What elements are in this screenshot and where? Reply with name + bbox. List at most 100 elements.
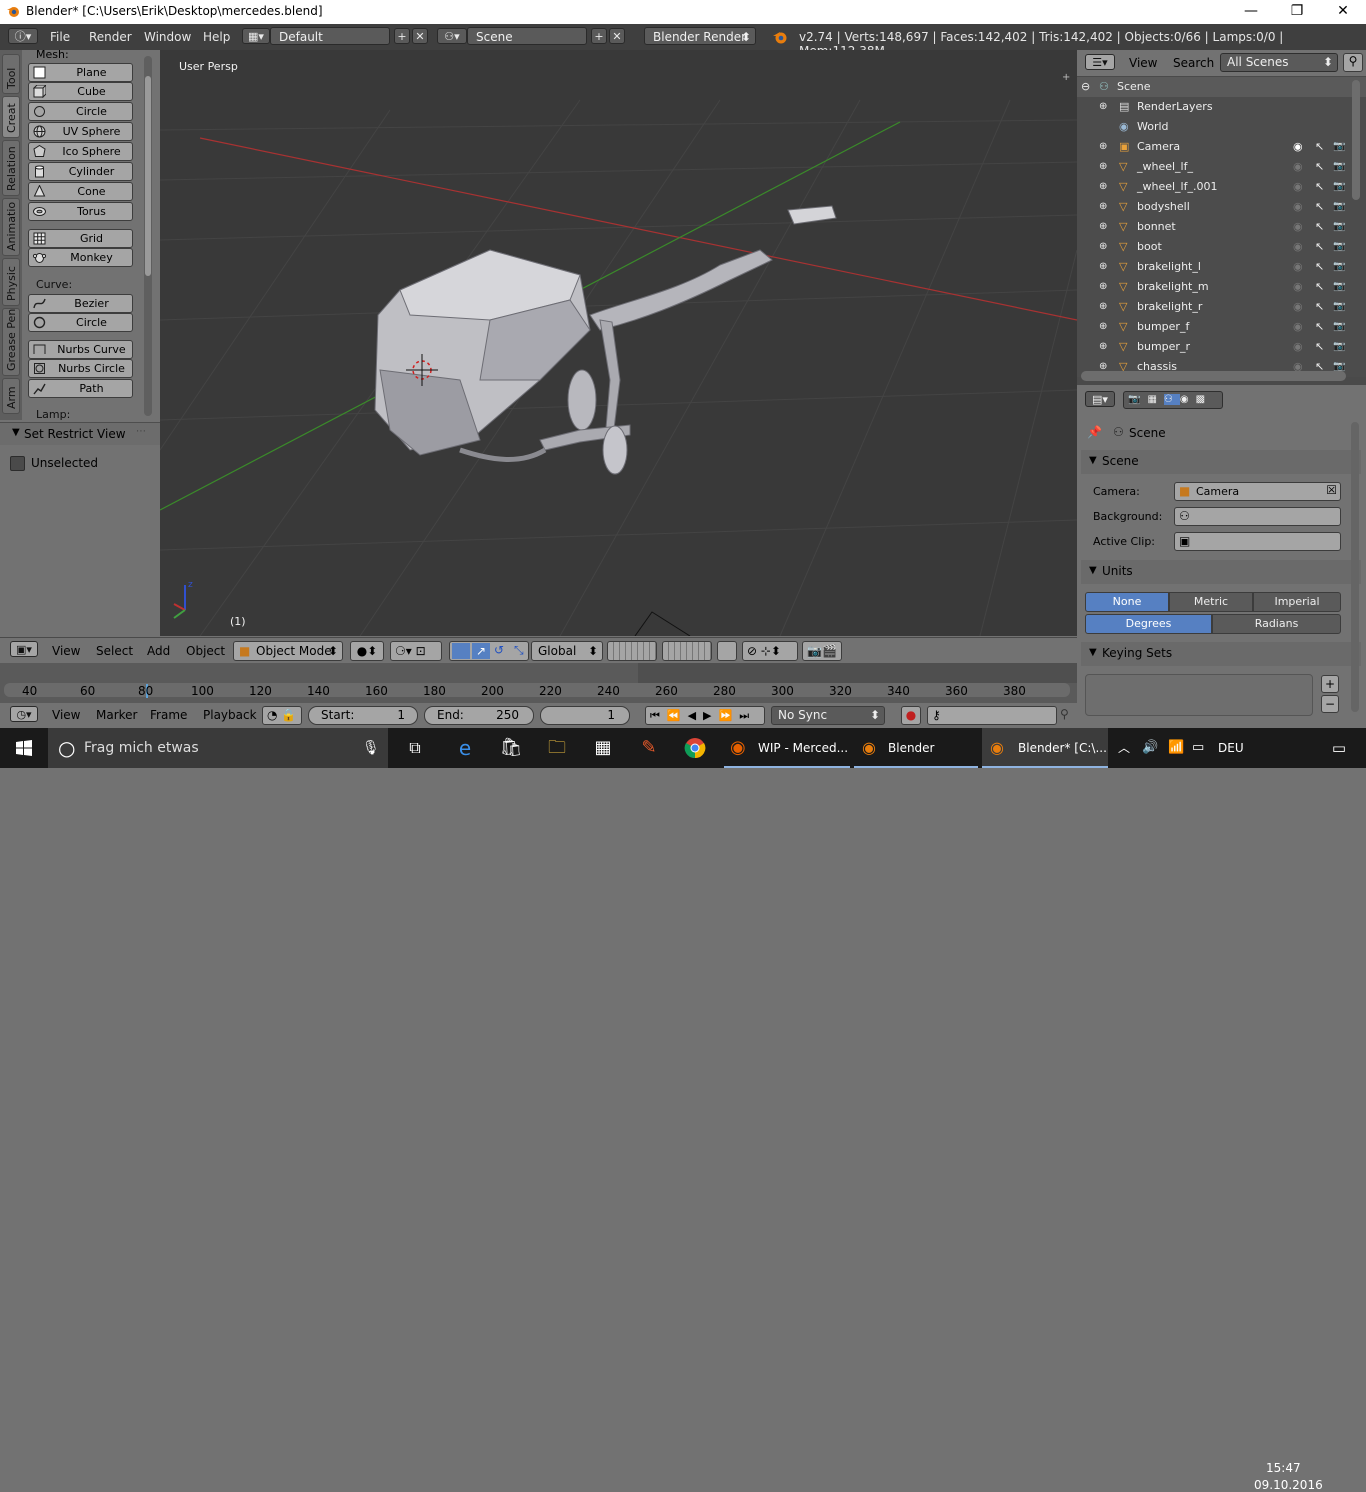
clock-date[interactable]: 09.10.2016 — [1254, 1478, 1323, 1492]
end-frame-field[interactable]: End: 250 — [424, 706, 534, 725]
visibility-eye-icon[interactable]: ◉ — [1293, 297, 1303, 317]
visibility-eye-icon[interactable]: ◉ — [1293, 317, 1303, 337]
outliner-row[interactable]: ⊕ ▽ bodyshell ◉ ↖ 📷 — [1077, 197, 1366, 217]
pivot-point-select[interactable]: ⚆▾ ⊡ — [390, 641, 442, 661]
tab-relation[interactable]: Relation — [2, 140, 20, 196]
translate-icon[interactable]: ↗ — [472, 643, 490, 659]
scene-selector-icon[interactable]: ⚇▾ — [437, 28, 467, 44]
properties-scrollbar[interactable] — [1351, 422, 1359, 712]
rotation-radians-button[interactable]: Radians — [1212, 614, 1341, 634]
add-monkey-button[interactable]: Monkey — [28, 248, 133, 267]
rotation-degrees-button[interactable]: Degrees — [1085, 614, 1212, 634]
snap-settings[interactable]: ⊘ ⊹⬍ — [742, 641, 798, 661]
selectability-cursor-icon[interactable]: ↖ — [1315, 297, 1324, 317]
expand-icon[interactable]: ⊕ — [1099, 297, 1107, 317]
add-cylinder-button[interactable]: Cylinder — [28, 162, 133, 181]
outliner-row[interactable]: ⊕ ▽ bonnet ◉ ↖ 📷 — [1077, 217, 1366, 237]
manipulator-buttons[interactable]: ↗ ↺ ⤡ — [449, 641, 529, 661]
selectability-cursor-icon[interactable]: ↖ — [1315, 157, 1324, 177]
layer-buttons-1[interactable] — [607, 641, 657, 661]
expand-icon[interactable]: ⊕ — [1099, 237, 1107, 257]
file-explorer-icon[interactable]: 🗀 — [542, 728, 572, 768]
maximize-button[interactable]: ❐ — [1274, 0, 1320, 24]
add-path-button[interactable]: Path — [28, 379, 133, 398]
keying-sets-list[interactable] — [1085, 674, 1313, 716]
view3d-menu-object[interactable]: Object — [186, 644, 225, 658]
add-layout-button[interactable]: + — [394, 28, 410, 44]
visibility-eye-icon[interactable]: ◉ — [1293, 257, 1303, 277]
editor-type-timeline-icon[interactable]: ◷▾ — [10, 706, 38, 722]
renderability-camera-icon[interactable]: 📷 — [1333, 257, 1345, 277]
outliner-row[interactable]: ⊕ ▣ Camera ◉ ↖ 📷 — [1077, 137, 1366, 157]
tab-animation[interactable]: Animatio — [2, 198, 20, 256]
clock-time[interactable]: 15:47 — [1266, 1461, 1301, 1475]
expand-icon[interactable]: ⊕ — [1099, 157, 1107, 177]
layout-field[interactable]: Default — [270, 27, 390, 45]
close-window-button[interactable]: ✕ — [1320, 0, 1366, 24]
expand-icon[interactable]: ⊕ — [1099, 177, 1107, 197]
clear-camera-icon[interactable]: ☒ — [1326, 483, 1337, 497]
camera-field[interactable]: ■ Camera ☒ — [1174, 482, 1341, 501]
preview-range-toggle[interactable]: ◔ 🔒 — [262, 706, 302, 725]
tab-grease-pencil[interactable]: Grease Penc — [2, 308, 20, 376]
renderability-camera-icon[interactable]: 📷 — [1333, 277, 1345, 297]
sync-mode-select[interactable]: No Sync ⬍ — [771, 706, 885, 725]
unselected-checkbox[interactable] — [10, 456, 25, 471]
renderability-camera-icon[interactable]: 📷 — [1333, 157, 1345, 177]
pin-icon[interactable]: 📌 — [1087, 425, 1102, 439]
expand-icon[interactable]: ⊕ — [1099, 197, 1107, 217]
tray-overflow-icon[interactable]: ︿ — [1118, 728, 1130, 768]
render-engine-select[interactable]: Blender Render ⬍ — [644, 27, 756, 45]
manipulator-toggle-icon[interactable] — [452, 643, 470, 659]
outliner-h-scrollbar[interactable] — [1081, 371, 1346, 381]
calculator-icon[interactable]: ▦ — [588, 728, 618, 768]
selectability-cursor-icon[interactable]: ↖ — [1315, 137, 1324, 157]
expand-icon[interactable]: ⊕ — [1099, 317, 1107, 337]
unit-imperial-button[interactable]: Imperial — [1253, 592, 1341, 612]
visibility-eye-icon[interactable]: ◉ — [1293, 277, 1303, 297]
lock-layers-icon[interactable] — [717, 641, 737, 661]
selectability-cursor-icon[interactable]: ↖ — [1315, 197, 1324, 217]
chrome-icon[interactable] — [680, 728, 710, 768]
drag-handle-icon[interactable]: ⋯ — [136, 426, 146, 437]
timeline-scrollbar[interactable] — [4, 683, 1070, 697]
menu-help[interactable]: Help — [203, 30, 230, 44]
view3d-menu-select[interactable]: Select — [96, 644, 133, 658]
view3d-menu-add[interactable]: Add — [147, 644, 170, 658]
editor-type-outliner-icon[interactable]: ☰▾ — [1085, 54, 1115, 70]
outliner-row[interactable]: ⊕ ▽ bumper_f ◉ ↖ 📷 — [1077, 317, 1366, 337]
keying-sets-panel-header[interactable]: ▼ Keying Sets — [1081, 642, 1361, 666]
add-scene-button[interactable]: + — [591, 28, 607, 44]
properties-toggle-icon[interactable]: + — [1062, 72, 1070, 83]
selectability-cursor-icon[interactable]: ↖ — [1315, 337, 1324, 357]
input-language[interactable]: DEU — [1218, 728, 1244, 768]
transform-orientation-select[interactable]: Global ⬍ — [531, 641, 603, 661]
add-cone-button[interactable]: Cone — [28, 182, 133, 201]
tool-shelf-scroll-thumb[interactable] — [145, 76, 151, 276]
units-panel-header[interactable]: ▼ Units — [1081, 560, 1361, 584]
expand-icon[interactable]: ⊕ — [1099, 137, 1107, 157]
outliner-row[interactable]: ⊕ ▽ _wheel_lf_ ◉ ↖ 📷 — [1077, 157, 1366, 177]
selectability-cursor-icon[interactable]: ↖ — [1315, 257, 1324, 277]
renderability-camera-icon[interactable]: 📷 — [1333, 197, 1345, 217]
outliner-v-scrollbar[interactable] — [1352, 80, 1360, 200]
timeline-menu-playback[interactable]: Playback — [203, 708, 257, 722]
outliner-row[interactable]: ⊕ ▽ bumper_r ◉ ↖ 📷 — [1077, 337, 1366, 357]
menu-render[interactable]: Render — [89, 30, 132, 44]
renderability-camera-icon[interactable]: 📷 — [1333, 217, 1345, 237]
visibility-eye-icon[interactable]: ◉ — [1293, 197, 1303, 217]
add-uv-sphere-button[interactable]: UV Sphere — [28, 122, 133, 141]
add-cube-button[interactable]: Cube — [28, 82, 133, 101]
add-bezier-button[interactable]: Bezier — [28, 294, 133, 313]
current-frame-field[interactable]: 1 — [540, 706, 630, 725]
scene-field[interactable]: Scene — [467, 27, 587, 45]
renderability-camera-icon[interactable]: 📷 — [1333, 177, 1345, 197]
expand-icon[interactable]: ⊕ — [1099, 257, 1107, 277]
timeline-menu-frame[interactable]: Frame — [150, 708, 187, 722]
add-nurbs-curve-button[interactable]: Nurbs Curve — [28, 340, 133, 359]
3d-viewport[interactable]: z User Persp (1) + — [160, 50, 1077, 636]
tab-armature[interactable]: Arm — [2, 378, 20, 414]
renderability-camera-icon[interactable]: 📷 — [1333, 317, 1345, 337]
add-torus-button[interactable]: Torus — [28, 202, 133, 221]
outliner-row[interactable]: ⊕ ▽ brakelight_l ◉ ↖ 📷 — [1077, 257, 1366, 277]
